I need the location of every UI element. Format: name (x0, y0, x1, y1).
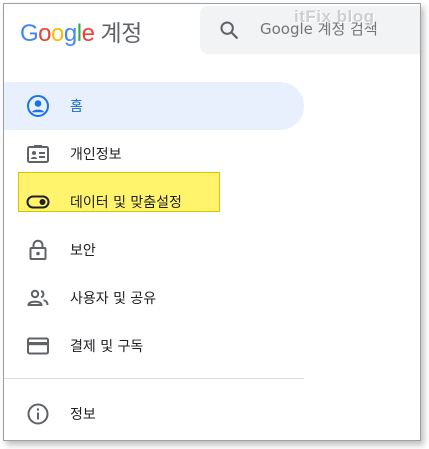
sidebar-item-security[interactable]: 보안 (4, 226, 304, 274)
sidebar-item-label: 결제 및 구독 (70, 339, 144, 355)
sidebar-item-label: 사용자 및 공유 (70, 291, 157, 307)
header: Google계정 itFix blog (4, 4, 420, 60)
lock-icon (29, 239, 47, 260)
id-card-icon (27, 145, 49, 163)
sidebar-item-personal-info[interactable]: 개인정보 (4, 130, 304, 178)
google-wordmark: Google (20, 20, 95, 47)
sidebar-item-payments-subscriptions[interactable]: 결제 및 구독 (4, 322, 304, 370)
sidebar-item-data-personalization[interactable]: 데이터 및 맞춤설정 (4, 172, 304, 226)
toggle-icon (26, 195, 50, 209)
account-window: Google계정 itFix blog 홈 (3, 3, 421, 441)
sidebar-item-label: 홈 (70, 99, 83, 115)
sidebar-nav: 홈 개인정보 데이터 및 맞춤설정 보안 사용자 및 공유 결제 및 구독 (4, 82, 420, 370)
sidebar-item-about[interactable]: 정보 (4, 390, 304, 438)
info-icon (27, 403, 49, 425)
account-circle-icon (27, 95, 49, 117)
sidebar-item-people-sharing[interactable]: 사용자 및 공유 (4, 274, 304, 322)
sidebar-item-label: 개인정보 (70, 147, 122, 163)
sidebar-item-label: 정보 (70, 407, 96, 423)
search-icon[interactable] (218, 19, 240, 41)
google-account-logo[interactable]: Google 계정 (20, 14, 142, 48)
people-icon (27, 289, 49, 306)
watermark: itFix blog (294, 7, 375, 26)
credit-card-icon (27, 337, 49, 355)
sidebar-item-label: 데이터 및 맞춤설정 (70, 195, 182, 211)
logo-suffix: 계정 (100, 21, 142, 47)
divider (4, 378, 304, 379)
sidebar-item-home[interactable]: 홈 (4, 82, 304, 130)
sidebar-item-label: 보안 (70, 243, 96, 259)
